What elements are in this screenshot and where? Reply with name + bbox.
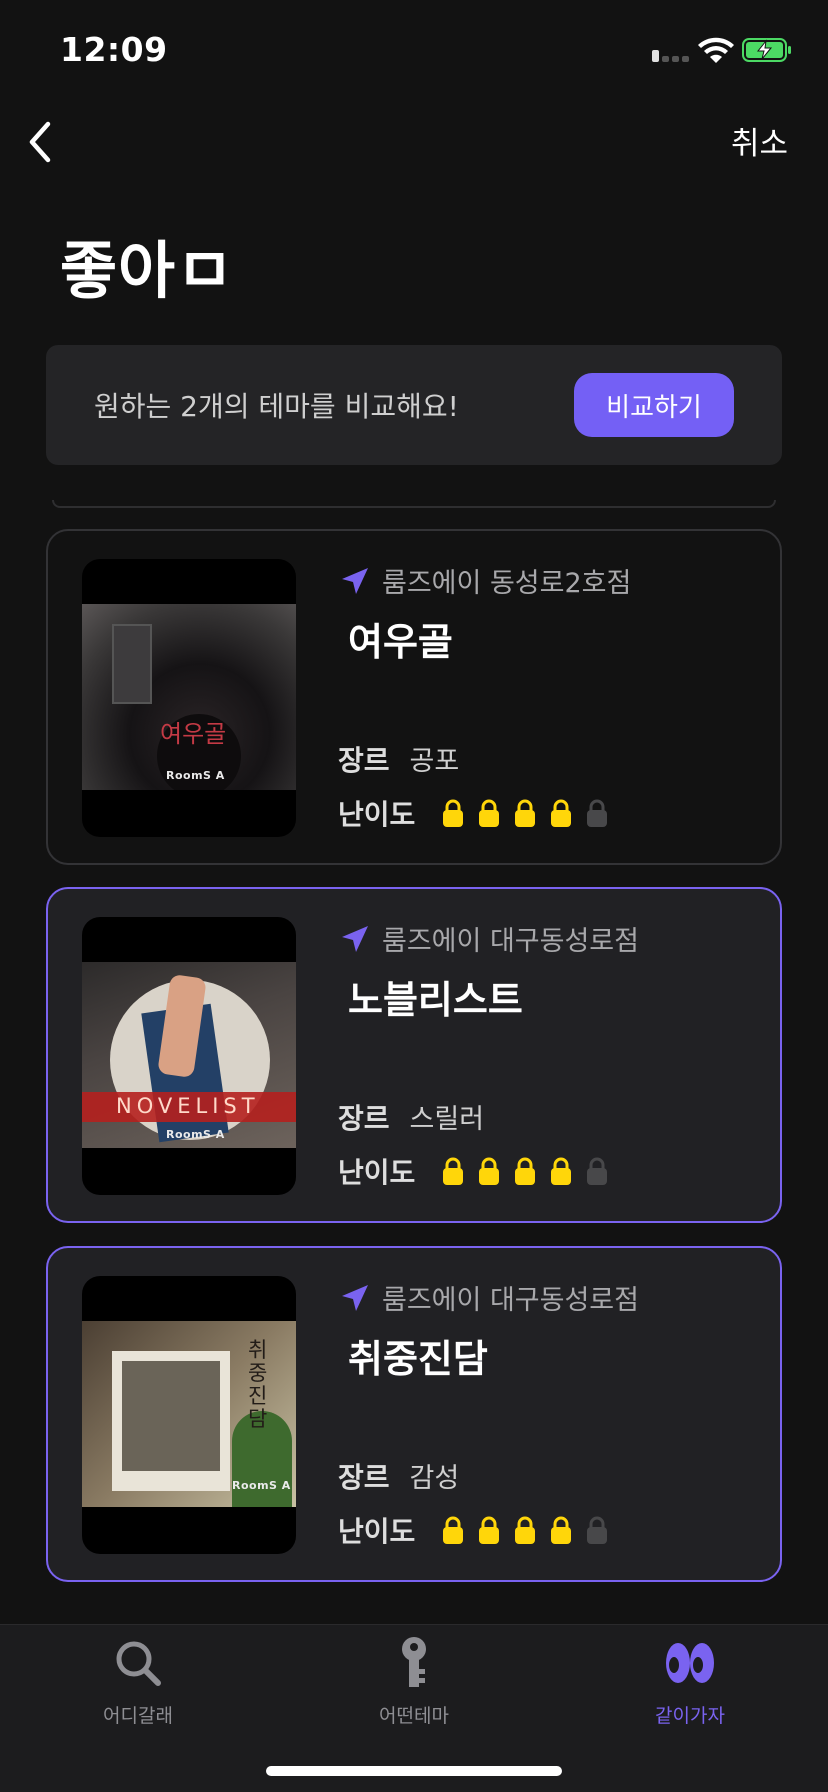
lock-filled-icon	[479, 1157, 500, 1185]
location-arrow-icon	[342, 925, 368, 952]
poster-brand: RoomS A	[166, 1128, 225, 1141]
theme-poster: 여우골 RoomS A	[82, 559, 296, 837]
tab-go-together[interactable]: 같이가자	[610, 1635, 770, 1728]
genre-row: 장르 스릴러	[338, 1097, 484, 1137]
genre-label: 장르	[338, 1102, 390, 1135]
key-icon	[402, 1637, 426, 1687]
difficulty-row: 난이도	[338, 793, 621, 833]
tab-label: 어떤테마	[379, 1705, 449, 1727]
lock-empty-icon	[587, 799, 608, 827]
poster-title: NOVELIST	[116, 1094, 260, 1118]
lock-empty-icon	[587, 1516, 608, 1544]
lock-filled-icon	[443, 1516, 464, 1544]
poster-title: 여우골	[160, 720, 227, 748]
search-icon	[116, 1641, 161, 1686]
page-title: 좋아ㅁ	[60, 234, 235, 307]
compare-button[interactable]: 비교하기	[574, 373, 734, 437]
theme-card[interactable]: 취중진담 RoomS A 룸즈에이 대구동성로점 취중진담 장르 감성 난이도	[46, 1246, 782, 1582]
poster-title: 취중진담	[248, 1338, 268, 1431]
eyes-icon	[666, 1643, 714, 1683]
location-row: 룸즈에이 대구동성로점	[340, 919, 639, 958]
location-text: 룸즈에이 대구동성로점	[382, 1285, 639, 1316]
lock-filled-icon	[443, 799, 464, 827]
difficulty-locks	[441, 1156, 621, 1186]
battery-charging-icon	[742, 38, 791, 62]
lock-filled-icon	[443, 1157, 464, 1185]
wifi-icon	[698, 37, 734, 63]
genre-label: 장르	[338, 744, 390, 777]
tab-which-theme[interactable]: 어떤테마	[334, 1635, 494, 1728]
poster-brand: RoomS A	[166, 769, 225, 782]
lock-filled-icon	[479, 1516, 500, 1544]
difficulty-locks	[441, 1515, 621, 1545]
genre-value: 스릴러	[409, 1104, 485, 1135]
lock-filled-icon	[551, 1157, 572, 1185]
screen: 12:09 취소 좋아ㅁ 원하는 2개의 테마를 비교해요! 비교하기 여우골	[0, 0, 828, 1792]
lock-filled-icon	[515, 1157, 536, 1185]
difficulty-label: 난이도	[338, 1515, 416, 1548]
lock-filled-icon	[515, 1516, 536, 1544]
location-text: 룸즈에이 대구동성로점	[382, 926, 639, 957]
difficulty-row: 난이도	[338, 1510, 621, 1550]
tab-where[interactable]: 어디갈래	[58, 1635, 218, 1728]
lock-empty-icon	[587, 1157, 608, 1185]
genre-row: 장르 감성	[338, 1456, 459, 1496]
lock-filled-icon	[479, 799, 500, 827]
location-row: 룸즈에이 동성로2호점	[340, 561, 631, 600]
lock-filled-icon	[551, 1516, 572, 1544]
poster-brand: RoomS A	[232, 1479, 291, 1492]
genre-label: 장르	[338, 1461, 390, 1494]
compare-text: 원하는 2개의 테마를 비교해요!	[94, 390, 459, 423]
theme-poster: NOVELIST RoomS A	[82, 917, 296, 1195]
genre-value: 감성	[409, 1463, 460, 1494]
theme-card[interactable]: 여우골 RoomS A 룸즈에이 동성로2호점 여우골 장르 공포 난이도	[46, 529, 782, 865]
difficulty-row: 난이도	[338, 1151, 621, 1191]
compare-banner: 원하는 2개의 테마를 비교해요! 비교하기	[46, 345, 782, 465]
theme-card[interactable]: NOVELIST RoomS A 룸즈에이 대구동성로점 노블리스트 장르 스릴…	[46, 887, 782, 1223]
scroll-edge-divider	[52, 500, 776, 508]
tab-label: 어디갈래	[103, 1705, 173, 1727]
theme-title: 여우골	[348, 620, 453, 664]
genre-value: 공포	[409, 746, 460, 777]
tab-label: 같이가자	[655, 1705, 725, 1727]
location-arrow-icon	[342, 567, 368, 594]
cellular-signal-icon	[652, 48, 690, 62]
difficulty-label: 난이도	[338, 1156, 416, 1189]
back-button[interactable]	[20, 116, 60, 168]
lock-filled-icon	[551, 799, 572, 827]
lock-filled-icon	[515, 799, 536, 827]
theme-title: 취중진담	[348, 1337, 488, 1381]
home-indicator	[266, 1766, 562, 1776]
location-text: 룸즈에이 동성로2호점	[382, 568, 632, 599]
difficulty-label: 난이도	[338, 798, 416, 831]
theme-title: 노블리스트	[348, 978, 523, 1022]
status-time: 12:09	[60, 30, 168, 69]
difficulty-locks	[441, 798, 621, 828]
theme-poster: 취중진담 RoomS A	[82, 1276, 296, 1554]
genre-row: 장르 공포	[338, 739, 459, 779]
location-row: 룸즈에이 대구동성로점	[340, 1278, 639, 1317]
location-arrow-icon	[342, 1284, 368, 1311]
cancel-button[interactable]: 취소	[731, 118, 788, 163]
